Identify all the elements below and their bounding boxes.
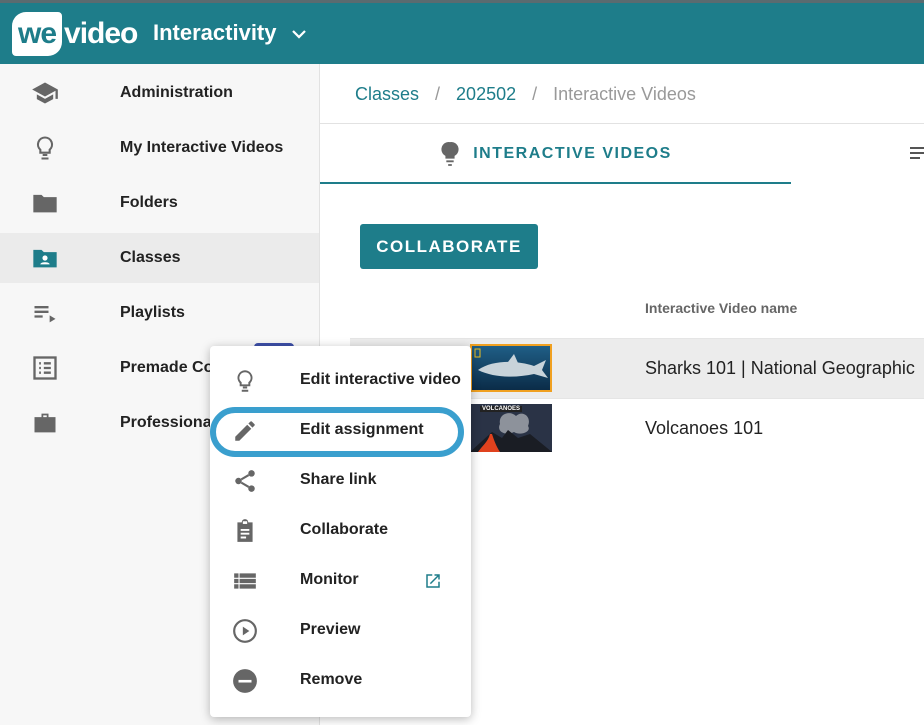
collaborate-button[interactable]: COLLABORATE <box>360 224 538 269</box>
menu-item-preview[interactable]: Preview <box>210 606 471 656</box>
breadcrumb-classes[interactable]: Classes <box>355 84 419 105</box>
breadcrumb: Classes / 202502 / Interactive Videos <box>355 84 696 105</box>
video-thumbnail[interactable]: VOLCANOES <box>470 404 552 452</box>
folder-icon <box>30 188 60 218</box>
list-view-icon[interactable] <box>910 146 924 160</box>
list-icon <box>232 568 258 594</box>
menu-item-share-link[interactable]: Share link <box>210 456 471 506</box>
sidebar-item-label: My Interactive Videos <box>120 139 284 156</box>
menu-item-monitor[interactable]: Monitor <box>210 556 471 606</box>
video-thumbnail[interactable] <box>470 344 552 392</box>
sidebar-item-label: Premade Co <box>120 359 214 376</box>
sidebar-item-label: Playlists <box>120 304 185 321</box>
context-menu: Edit interactive video Edit assignment S… <box>210 346 471 717</box>
menu-item-collaborate[interactable]: Collaborate <box>210 506 471 556</box>
share-icon <box>232 468 258 494</box>
highlight-ring <box>210 407 464 457</box>
menu-item-label: Preview <box>300 621 361 638</box>
remove-circle-icon <box>232 668 258 694</box>
open-in-new-icon <box>426 574 440 588</box>
sidebar-item-label: Classes <box>120 249 181 266</box>
menu-item-label: Remove <box>300 671 363 688</box>
tab-interactive-videos[interactable]: INTERACTIVE VIDEOS <box>320 124 791 184</box>
wevideo-logo[interactable]: we video <box>12 11 138 57</box>
breadcrumb-separator: / <box>532 84 538 104</box>
sidebar-item-label: Folders <box>120 194 178 211</box>
lightbulb-icon <box>232 368 258 394</box>
app-title[interactable]: Interactivity <box>153 20 277 46</box>
breadcrumb-current: Interactive Videos <box>553 84 696 104</box>
class-folder-icon <box>30 243 60 273</box>
logo-video: video <box>64 17 138 50</box>
top-bar: we video Interactivity <box>0 0 924 64</box>
play-circle-icon <box>232 618 258 644</box>
video-title[interactable]: Volcanoes 101 <box>645 418 763 439</box>
menu-item-label: Edit interactive video <box>300 371 461 388</box>
lightbulb-icon <box>30 133 60 163</box>
sidebar-item-classes[interactable]: Classes <box>0 233 319 283</box>
clipboard-icon <box>232 518 258 544</box>
lightbulb-icon <box>441 141 459 166</box>
breadcrumb-separator: / <box>435 84 441 104</box>
sidebar-item-my-interactive-videos[interactable]: My Interactive Videos <box>0 123 319 173</box>
tab-indicator <box>320 182 791 184</box>
playlist-icon <box>30 298 60 328</box>
sidebar-item-label: Administration <box>120 84 233 101</box>
menu-item-remove[interactable]: Remove <box>210 656 471 706</box>
tab-label: INTERACTIVE VIDEOS <box>473 145 672 162</box>
briefcase-icon <box>30 408 60 438</box>
column-header-name[interactable]: Interactive Video name <box>645 300 797 316</box>
breadcrumb-class-202502[interactable]: 202502 <box>456 84 516 105</box>
thumbnail-caption: VOLCANOES <box>480 406 523 412</box>
list-alt-icon <box>30 353 60 383</box>
chevron-down-icon[interactable] <box>290 25 308 43</box>
sidebar-item-folders[interactable]: Folders <box>0 178 319 228</box>
sidebar-item-administration[interactable]: Administration <box>0 68 319 118</box>
menu-item-label: Collaborate <box>300 521 389 538</box>
logo-we: we <box>12 12 63 56</box>
table-header: Interactive Video name <box>350 282 924 338</box>
sidebar-item-playlists[interactable]: Playlists <box>0 288 319 338</box>
graduation-cap-icon <box>30 78 60 108</box>
menu-item-label: Monitor <box>300 571 359 588</box>
menu-item-edit-interactive-video[interactable]: Edit interactive video <box>210 356 471 406</box>
video-title[interactable]: Sharks 101 | National Geographic <box>645 358 915 379</box>
sidebar-item-label: Professional <box>120 414 217 431</box>
menu-item-label: Share link <box>300 471 377 488</box>
